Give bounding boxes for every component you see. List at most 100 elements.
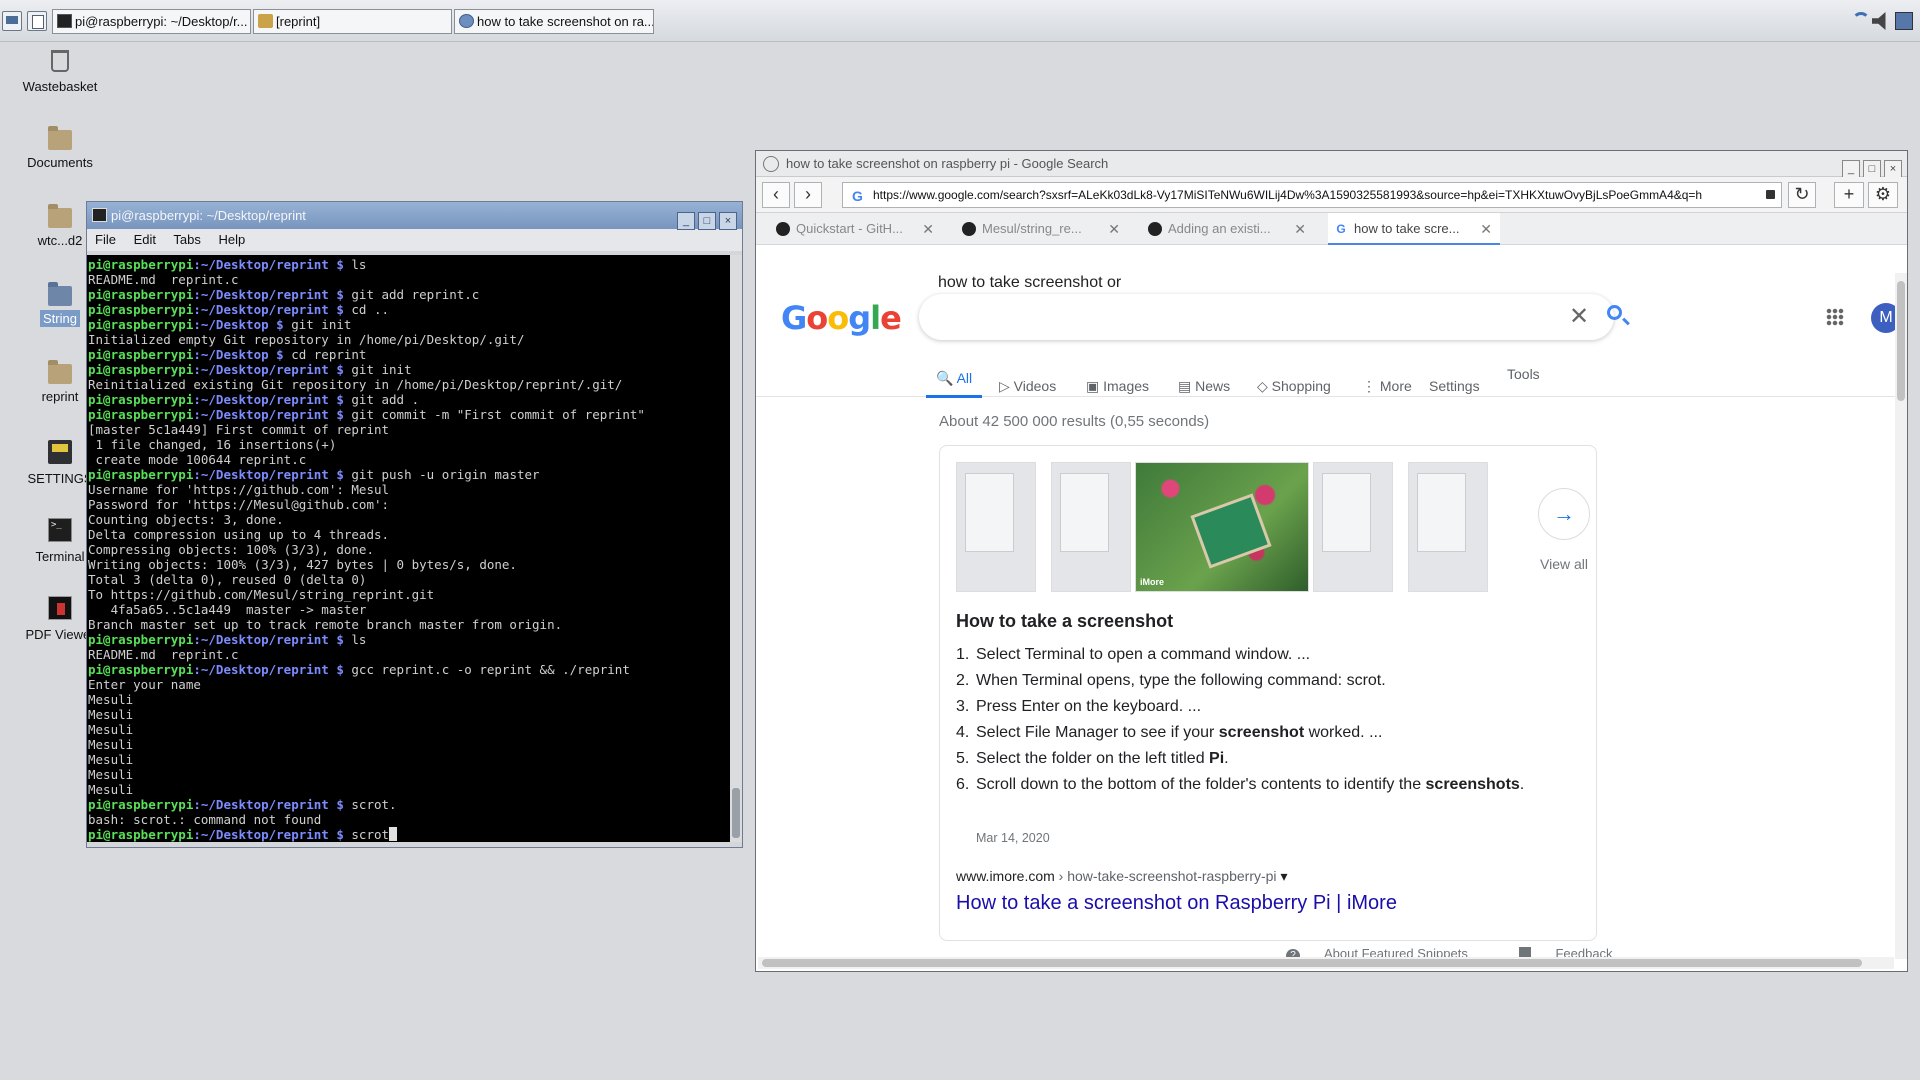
tab-adding-existing[interactable]: Adding an existi... ✕ <box>1142 213 1314 245</box>
tab-news[interactable]: ▤ News <box>1178 378 1230 395</box>
prompt-user: pi@raspberrypi <box>88 407 194 422</box>
tab-tools[interactable]: Tools <box>1507 366 1540 382</box>
close-tab-icon[interactable]: ✕ <box>1294 213 1306 245</box>
tab-quickstart[interactable]: Quickstart - GitH... ✕ <box>770 213 942 245</box>
prompt-path: :~/Desktop/reprint $ <box>193 362 344 377</box>
logo-letter: l <box>870 299 881 337</box>
line-text: bash: scrot.: command not found <box>88 812 322 827</box>
snippet-step: 1. Select Terminal to open a command wind… <box>956 644 1576 666</box>
terminal-line: Total 3 (delta 0), reused 0 (delta 0) <box>88 572 730 587</box>
github-icon <box>1148 222 1162 236</box>
taskbar-item-reprint[interactable]: [reprint] <box>253 9 452 34</box>
result-stats: About 42 500 000 results (0,55 seconds) <box>939 413 1210 430</box>
terminal-line: README.md reprint.c <box>88 647 730 662</box>
horizontal-scrollbar[interactable] <box>758 957 1894 969</box>
tab-all[interactable]: 🔍 All <box>936 370 972 387</box>
prompt-user: pi@raspberrypi <box>88 827 194 842</box>
active-tab-indicator <box>926 395 982 398</box>
image-thumbnail[interactable] <box>1408 462 1488 592</box>
google-favicon-icon: G <box>1334 222 1348 236</box>
maximize-button[interactable]: □ <box>698 212 716 230</box>
tab-google-search[interactable]: G how to take scre... ✕ <box>1328 213 1500 245</box>
image-thumbnail[interactable] <box>956 462 1036 592</box>
terminal-titlebar[interactable]: pi@raspberrypi: ~/Desktop/reprint _ □ × <box>87 202 742 230</box>
tab-shopping[interactable]: ◇ Shopping <box>1257 378 1331 395</box>
close-tab-icon[interactable]: ✕ <box>922 213 934 245</box>
line-text: Delta compression using up to 4 threads. <box>88 527 390 542</box>
prompt-user: pi@raspberrypi <box>88 362 194 377</box>
file-manager-icon[interactable] <box>27 11 47 31</box>
show-desktop-icon[interactable] <box>2 11 22 31</box>
url-text: https://www.google.com/search?sxsrf=ALeK… <box>873 188 1703 202</box>
reload-button[interactable]: ↻ <box>1788 182 1816 208</box>
result-url[interactable]: www.imore.com › how-take-screenshot-rasp… <box>956 868 1287 885</box>
apps-grid-icon[interactable] <box>1826 308 1844 326</box>
desktop-icon-documents[interactable]: Documents <box>14 126 106 171</box>
clear-search-icon[interactable]: ✕ <box>1569 302 1589 331</box>
close-tab-icon[interactable]: ✕ <box>1108 213 1120 245</box>
volume-icon[interactable] <box>1872 12 1886 30</box>
step-number: 4. <box>956 724 970 741</box>
minimize-button[interactable]: _ <box>677 212 695 230</box>
prompt-path: :~/Desktop/reprint $ <box>193 257 344 272</box>
terminal-icon <box>92 208 107 222</box>
image-thumbnail[interactable]: iMore <box>1135 462 1309 592</box>
new-tab-button[interactable]: + <box>1834 182 1864 208</box>
close-tab-icon[interactable]: ✕ <box>1480 213 1492 245</box>
pdf-icon <box>48 596 72 620</box>
taskbar-item-browser[interactable]: how to take screenshot on ra... <box>454 9 654 34</box>
browser-titlebar[interactable]: how to take screenshot on raspberry pi -… <box>756 151 1907 178</box>
chevron-down-icon[interactable]: ▾ <box>1280 868 1287 884</box>
prompt-user: pi@raspberrypi <box>88 467 194 482</box>
search-icon[interactable] <box>1607 305 1622 320</box>
line-text: Enter your name <box>88 677 201 692</box>
terminal-line: Mesuli <box>88 752 730 767</box>
terminal-line: Mesuli <box>88 782 730 797</box>
back-button[interactable]: ‹ <box>762 182 790 208</box>
menu-tabs[interactable]: Tabs <box>173 232 200 247</box>
terminal-line: pi@raspberrypi:~/Desktop/reprint $ scrot… <box>88 797 730 812</box>
browser-icon <box>459 14 474 28</box>
line-text: Mesuli <box>88 692 134 707</box>
menu-help[interactable]: Help <box>218 232 245 247</box>
terminal-scrollbar[interactable] <box>730 255 742 842</box>
network-icon[interactable] <box>1895 12 1913 30</box>
prompt-path: :~/Desktop/reprint $ <box>193 392 344 407</box>
search-box[interactable]: ✕ <box>919 294 1622 340</box>
maximize-button[interactable]: □ <box>1863 160 1881 178</box>
minimize-button[interactable]: _ <box>1842 160 1860 178</box>
view-all-link[interactable]: View all <box>1538 556 1590 572</box>
terminal-line: Mesuli <box>88 722 730 737</box>
terminal-output[interactable]: pi@raspberrypi:~/Desktop/reprint $ ls REA… <box>87 255 731 842</box>
menu-file[interactable]: File <box>95 232 116 247</box>
line-text: Username for 'https://github.com': Mesul <box>88 482 390 497</box>
step-text-end: worked. ... <box>1304 724 1383 741</box>
google-logo[interactable]: Google <box>781 299 902 337</box>
settings-gear-icon[interactable]: ⚙ <box>1868 182 1898 208</box>
wifi-icon[interactable] <box>1852 12 1870 30</box>
address-bar[interactable]: G https://www.google.com/search?sxsrf=AL… <box>842 182 1782 208</box>
step-text: Select the folder on the left titled <box>976 750 1210 767</box>
logo-letter: o <box>827 299 849 337</box>
result-link[interactable]: How to take a screenshot on Raspberry Pi… <box>956 892 1397 915</box>
avatar[interactable]: M <box>1871 303 1896 333</box>
prompt-path: :~/Desktop/reprint $ <box>193 407 344 422</box>
close-button[interactable]: × <box>719 212 737 230</box>
tab-more[interactable]: ⋮ More <box>1362 378 1412 395</box>
search-input[interactable]: how to take screenshot or <box>938 274 1121 292</box>
image-thumbnail[interactable] <box>1051 462 1131 592</box>
desktop-icon-wastebasket[interactable]: Wastebasket <box>14 50 106 95</box>
tab-settings[interactable]: Settings <box>1429 378 1480 394</box>
tab-images[interactable]: ▣ Images <box>1086 378 1149 395</box>
menu-edit[interactable]: Edit <box>134 232 156 247</box>
taskbar-item-terminal[interactable]: pi@raspberrypi: ~/Desktop/r... <box>52 9 251 34</box>
lock-icon[interactable] <box>1766 190 1775 199</box>
next-images-button[interactable]: → <box>1538 488 1590 540</box>
step-number: 1. <box>956 646 970 663</box>
tab-videos[interactable]: ▷ Videos <box>999 378 1056 395</box>
image-thumbnail[interactable] <box>1313 462 1393 592</box>
vertical-scrollbar[interactable] <box>1895 273 1907 959</box>
forward-button[interactable]: › <box>794 182 822 208</box>
tab-string-reprint[interactable]: Mesul/string_re... ✕ <box>956 213 1128 245</box>
close-button[interactable]: × <box>1884 160 1902 178</box>
